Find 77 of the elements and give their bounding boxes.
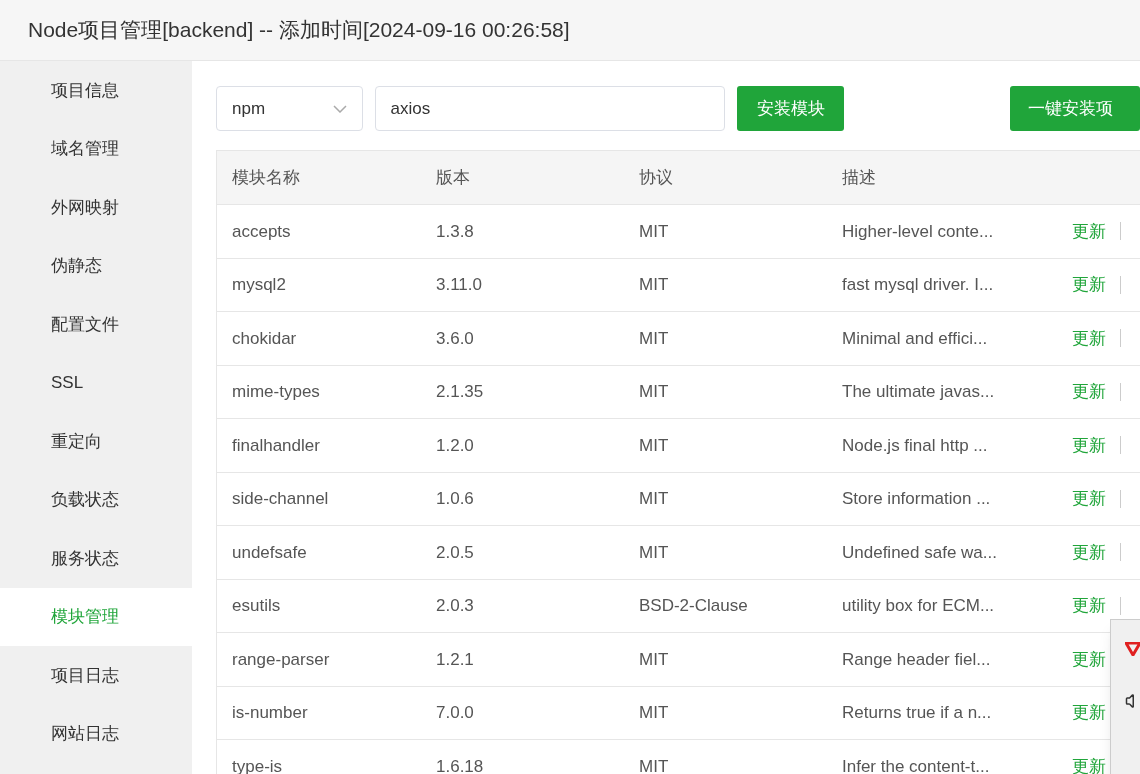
table-cell-text: 1.6.18 (436, 755, 485, 774)
sidebar-item[interactable]: 外网映射 (0, 178, 192, 237)
package-manager-select[interactable]: npm (216, 86, 363, 131)
update-link[interactable]: 更新 (1072, 218, 1106, 244)
table-cell-text: utility box for ECM... (842, 595, 996, 617)
window-title: Node项目管理[backend] -- 添加时间[2024-09-16 00:26:58] (28, 17, 570, 44)
update-link[interactable]: 更新 (1072, 646, 1106, 672)
table-cell-text: 1.2.0 (436, 434, 475, 457)
sidebar-item[interactable]: 域名管理 (0, 119, 192, 178)
table-cell-text: Higher-level conte... (842, 220, 995, 243)
table-cell-text: BSD-2-Clause (639, 595, 749, 617)
update-link[interactable]: 更新 (1072, 593, 1106, 619)
table-cell-text: 2.1.35 (436, 381, 485, 403)
table-cell-text: is-number (232, 702, 309, 724)
chevron-down-icon (332, 104, 347, 113)
table-cell-text: MIT (639, 274, 670, 296)
table-cell-text: 3.6.0 (436, 327, 475, 350)
table-cell-text: undefsafe (232, 541, 308, 564)
sidebar-item[interactable]: SSL (0, 353, 192, 412)
sidebar-item[interactable]: 模块管理 (0, 587, 192, 646)
table-cell-text: esutils (232, 595, 282, 617)
table-cell-text: mysql2 (232, 274, 287, 296)
table-cell-text: Infer the content-t... (842, 755, 991, 774)
table-cell-text: Store information ... (842, 488, 992, 510)
column-header: 模块名称 (232, 166, 301, 189)
table-cell-text: 1.2.1 (436, 648, 475, 671)
table-cell-text: Node.js final http ... (842, 434, 989, 457)
update-link[interactable]: 更新 (1072, 379, 1106, 405)
table-cell-text: side-channel (232, 488, 330, 510)
update-link[interactable]: 更新 (1072, 432, 1106, 458)
install-all-button[interactable]: 一键安装项 (1010, 86, 1140, 131)
table-cell-text: MIT (639, 327, 670, 350)
table-cell-text: MIT (639, 755, 670, 774)
update-link[interactable]: 更新 (1072, 539, 1106, 565)
sidebar-item[interactable]: 网站日志 (0, 704, 192, 763)
table-cell-text: 2.0.5 (436, 541, 475, 564)
table-cell-text: MIT (639, 648, 670, 671)
table-cell-text: 1.0.6 (436, 488, 475, 510)
update-link[interactable]: 更新 (1072, 325, 1106, 351)
table-cell-text: MIT (639, 488, 670, 510)
install-button[interactable]: 安装模块 (737, 86, 844, 131)
sidebar-item[interactable]: 配置文件 (0, 295, 192, 354)
table-cell-text: MIT (639, 702, 670, 724)
table-cell-text: Minimal and effici... (842, 327, 989, 350)
table-cell-text: chokidar (232, 327, 298, 350)
table-cell-text: finalhandler (232, 434, 321, 457)
sidebar-item[interactable]: 负载状态 (0, 470, 192, 529)
update-link[interactable]: 更新 (1072, 753, 1106, 774)
table-cell-text: 2.0.3 (436, 595, 475, 617)
table-cell-text: accepts (232, 220, 292, 243)
table-cell-text: range-parser (232, 648, 331, 671)
table-cell-text: 3.11.0 (436, 274, 483, 296)
table-cell-text: MIT (639, 220, 670, 243)
module-field[interactable]: axios (374, 86, 726, 131)
table-cell-text: 1.3.8 (436, 220, 475, 243)
sidebar-item[interactable]: 服务状态 (0, 529, 192, 588)
triangle-icon[interactable] (1125, 642, 1140, 656)
table-cell-text: MIT (639, 434, 670, 457)
column-header: 协议 (639, 166, 674, 189)
sidebar-item[interactable]: 项目信息 (0, 61, 192, 120)
table-cell-text: Returns true if a n... (842, 702, 993, 724)
table-cell-text: 7.0.0 (436, 702, 475, 724)
column-header: 描述 (842, 166, 877, 189)
sidebar-item[interactable]: 伪静态 (0, 236, 192, 295)
table-cell-text: MIT (639, 381, 670, 403)
sidebar-item[interactable]: 重定向 (0, 412, 192, 471)
update-link[interactable]: 更新 (1072, 486, 1106, 512)
table-cell-text: The ultimate javas... (842, 381, 996, 403)
column-header: 版本 (436, 166, 471, 189)
update-link[interactable]: 更新 (1072, 700, 1106, 726)
table-cell-text: Undefined safe wa... (842, 541, 998, 564)
table-cell-text: Range header fiel... (842, 648, 992, 671)
table-cell-text: fast mysql driver. I... (842, 274, 995, 296)
table-cell-text: MIT (639, 541, 670, 564)
update-link[interactable]: 更新 (1072, 272, 1106, 298)
table-cell-text: mime-types (232, 381, 321, 403)
sidebar-item[interactable]: 项目日志 (0, 646, 192, 705)
